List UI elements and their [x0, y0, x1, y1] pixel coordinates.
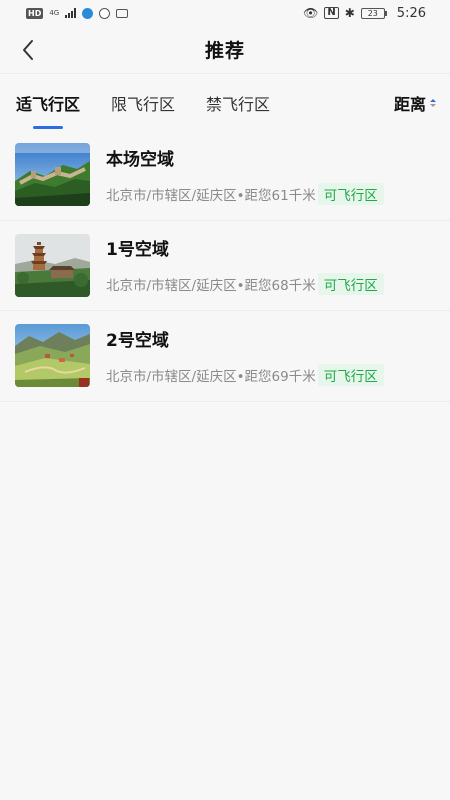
- status-bar-right: 👁 N ✱ 23 5:26: [303, 6, 426, 21]
- item-info: 本场空域 北京市/市辖区/延庆区•距您61千米 可飞行区: [106, 145, 384, 205]
- item-location: 北京市/市辖区/延庆区•距您69千米: [106, 368, 316, 385]
- item-location: 北京市/市辖区/延庆区•距您61千米: [106, 187, 316, 204]
- nfc-icon: N: [324, 7, 339, 19]
- chevron-left-icon: [23, 40, 33, 60]
- item-title: 1号空域: [106, 240, 169, 261]
- status-badge: 可飞行区: [317, 182, 384, 205]
- list-item[interactable]: 本场空域 北京市/市辖区/延庆区•距您61千米 可飞行区: [0, 130, 450, 221]
- item-meta: 北京市/市辖区/延庆区•距您61千米 可飞行区: [106, 182, 384, 205]
- item-info: 1号空域 北京市/市辖区/延庆区•距您68千米 可飞行区: [106, 235, 384, 296]
- network-type: 4G: [49, 8, 60, 17]
- status-badge: 可飞行区: [317, 363, 384, 386]
- tab-prohibited-zone[interactable]: 禁飞行区: [206, 76, 270, 130]
- app-icon-3: [116, 8, 129, 18]
- page-title: 推荐: [204, 40, 245, 62]
- airspace-list: 本场空域 北京市/市辖区/延庆区•距您61千米 可飞行区 1号空域 北京市/市辖…: [0, 130, 450, 402]
- status-badge: 可飞行区: [317, 273, 384, 296]
- pagoda-photo: [15, 233, 90, 297]
- tab-suitable-zone[interactable]: 适飞行区: [16, 76, 80, 130]
- back-button[interactable]: [14, 36, 42, 64]
- battery-icon: 23: [360, 7, 387, 19]
- sort-arrows-icon: [430, 99, 436, 107]
- item-location: 北京市/市辖区/延庆区•距您68千米: [106, 278, 316, 295]
- tab-restricted-zone[interactable]: 限飞行区: [111, 76, 175, 130]
- hd-icon: HD: [26, 7, 44, 19]
- status-bar-left: HD 4G: [26, 7, 129, 19]
- app-icon-2: [99, 7, 111, 19]
- zone-tab-bar: 适飞行区 限飞行区 禁飞行区 距离: [0, 76, 450, 130]
- status-time: 5:26: [396, 5, 426, 21]
- eye-icon: 👁: [303, 6, 319, 20]
- app-icon-1: [82, 7, 94, 19]
- battery-level: 23: [360, 7, 385, 19]
- item-info: 2号空域 北京市/市辖区/延庆区•距您69千米 可飞行区: [106, 326, 384, 386]
- list-item[interactable]: 1号空域 北京市/市辖区/延庆区•距您68千米 可飞行区: [0, 221, 450, 311]
- bluetooth-icon: ✱: [344, 6, 355, 20]
- item-meta: 北京市/市辖区/延庆区•距您68千米 可飞行区: [106, 273, 384, 296]
- nav-bar: 推荐: [0, 26, 450, 74]
- signal-icon: [65, 8, 77, 18]
- status-bar: HD 4G 👁 N ✱ 23 5:26: [0, 0, 450, 26]
- item-title: 本场空域: [106, 149, 174, 170]
- item-title: 2号空域: [106, 330, 169, 351]
- item-meta: 北京市/市辖区/延庆区•距您69千米 可飞行区: [106, 363, 384, 386]
- list-item[interactable]: 2号空域 北京市/市辖区/延庆区•距您69千米 可飞行区: [0, 311, 450, 402]
- great-wall-photo: [15, 143, 90, 207]
- sort-by-distance-button[interactable]: 距离: [394, 76, 436, 130]
- valley-village-photo: [15, 324, 90, 388]
- sort-label: 距离: [393, 95, 426, 114]
